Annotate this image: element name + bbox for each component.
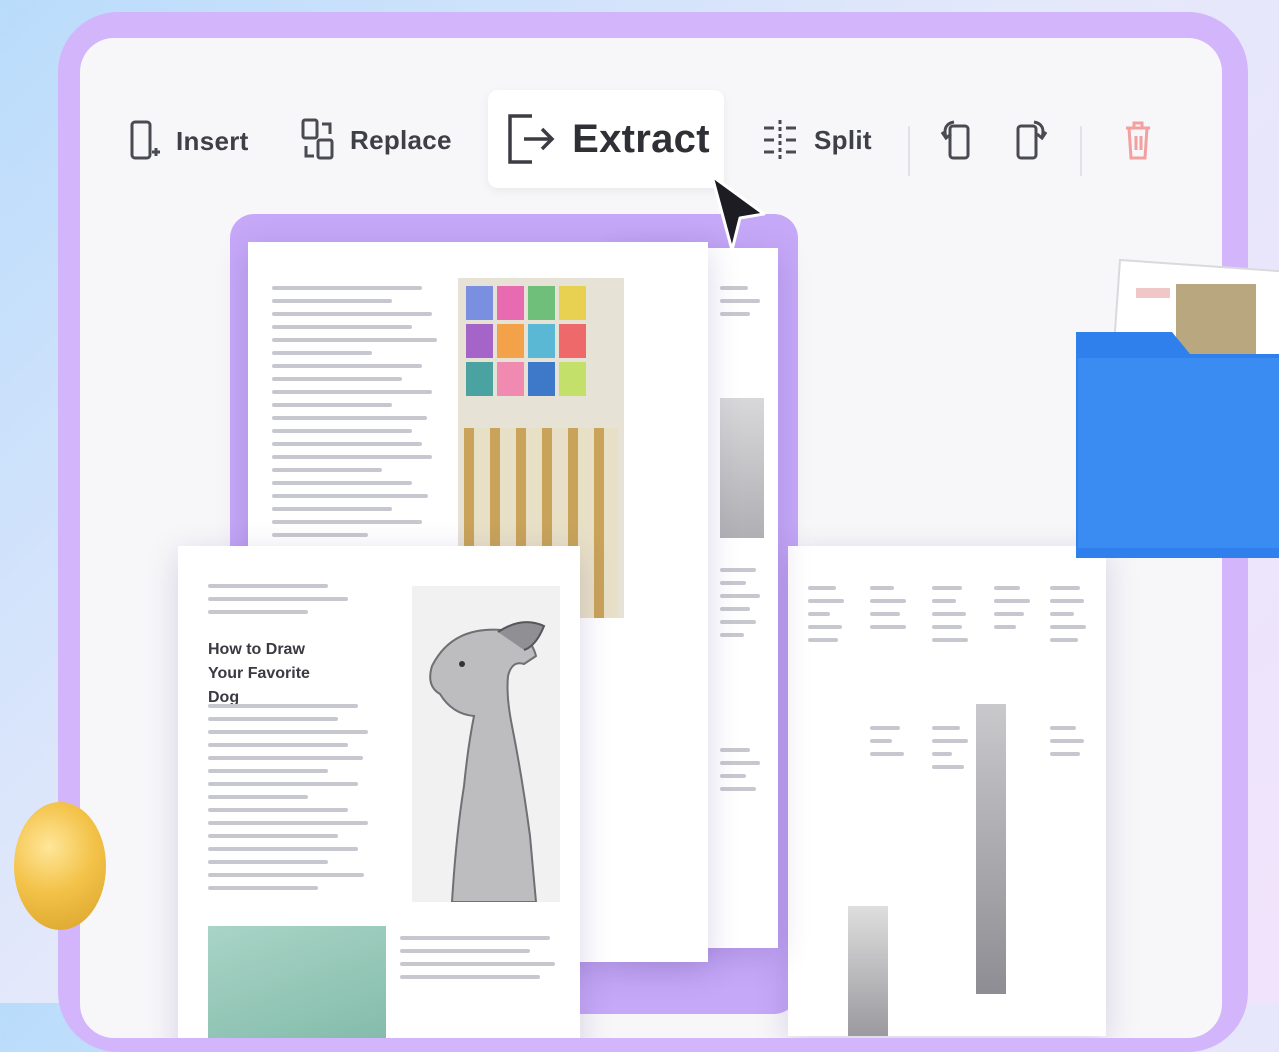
dog-sketch-image	[412, 586, 560, 903]
page-thumbnail[interactable]	[788, 546, 1106, 1036]
page-toolbar: Insert Replace Extract Split	[80, 38, 1222, 218]
plant-image	[208, 926, 386, 1038]
rotate-right-button[interactable]	[1010, 118, 1050, 164]
cursor-icon	[708, 172, 770, 261]
rotate-right-icon	[1010, 118, 1050, 164]
replace-icon	[300, 116, 336, 164]
rotate-left-icon	[938, 118, 978, 164]
photo-thumbnail	[976, 704, 1006, 994]
delete-button[interactable]	[1122, 118, 1154, 162]
article-title: How to Draw Your Favorite Dog	[208, 641, 310, 706]
trash-icon	[1122, 118, 1154, 162]
page-thumbnail-front[interactable]: How to Draw Your Favorite Dog	[178, 546, 580, 1038]
extract-button[interactable]: Extract	[488, 90, 724, 188]
extract-icon	[502, 108, 558, 170]
replace-button[interactable]: Replace	[300, 116, 452, 164]
toolbar-divider	[1080, 126, 1082, 176]
insert-icon	[128, 118, 162, 164]
split-button[interactable]: Split	[760, 116, 872, 164]
photo-thumbnail	[848, 906, 888, 1036]
insert-button[interactable]: Insert	[128, 118, 249, 164]
split-label: Split	[814, 124, 872, 155]
split-icon	[760, 116, 800, 164]
rotate-left-button[interactable]	[938, 118, 978, 164]
photo-thumbnail	[720, 398, 764, 538]
insert-label: Insert	[176, 125, 249, 156]
extract-label: Extract	[572, 116, 710, 161]
decorative-ball	[14, 802, 106, 930]
folder-icon	[1076, 258, 1279, 563]
page-editor-panel: Insert Replace Extract Split How to Draw…	[80, 38, 1222, 1038]
toolbar-divider	[908, 126, 910, 176]
replace-label: Replace	[350, 124, 452, 155]
